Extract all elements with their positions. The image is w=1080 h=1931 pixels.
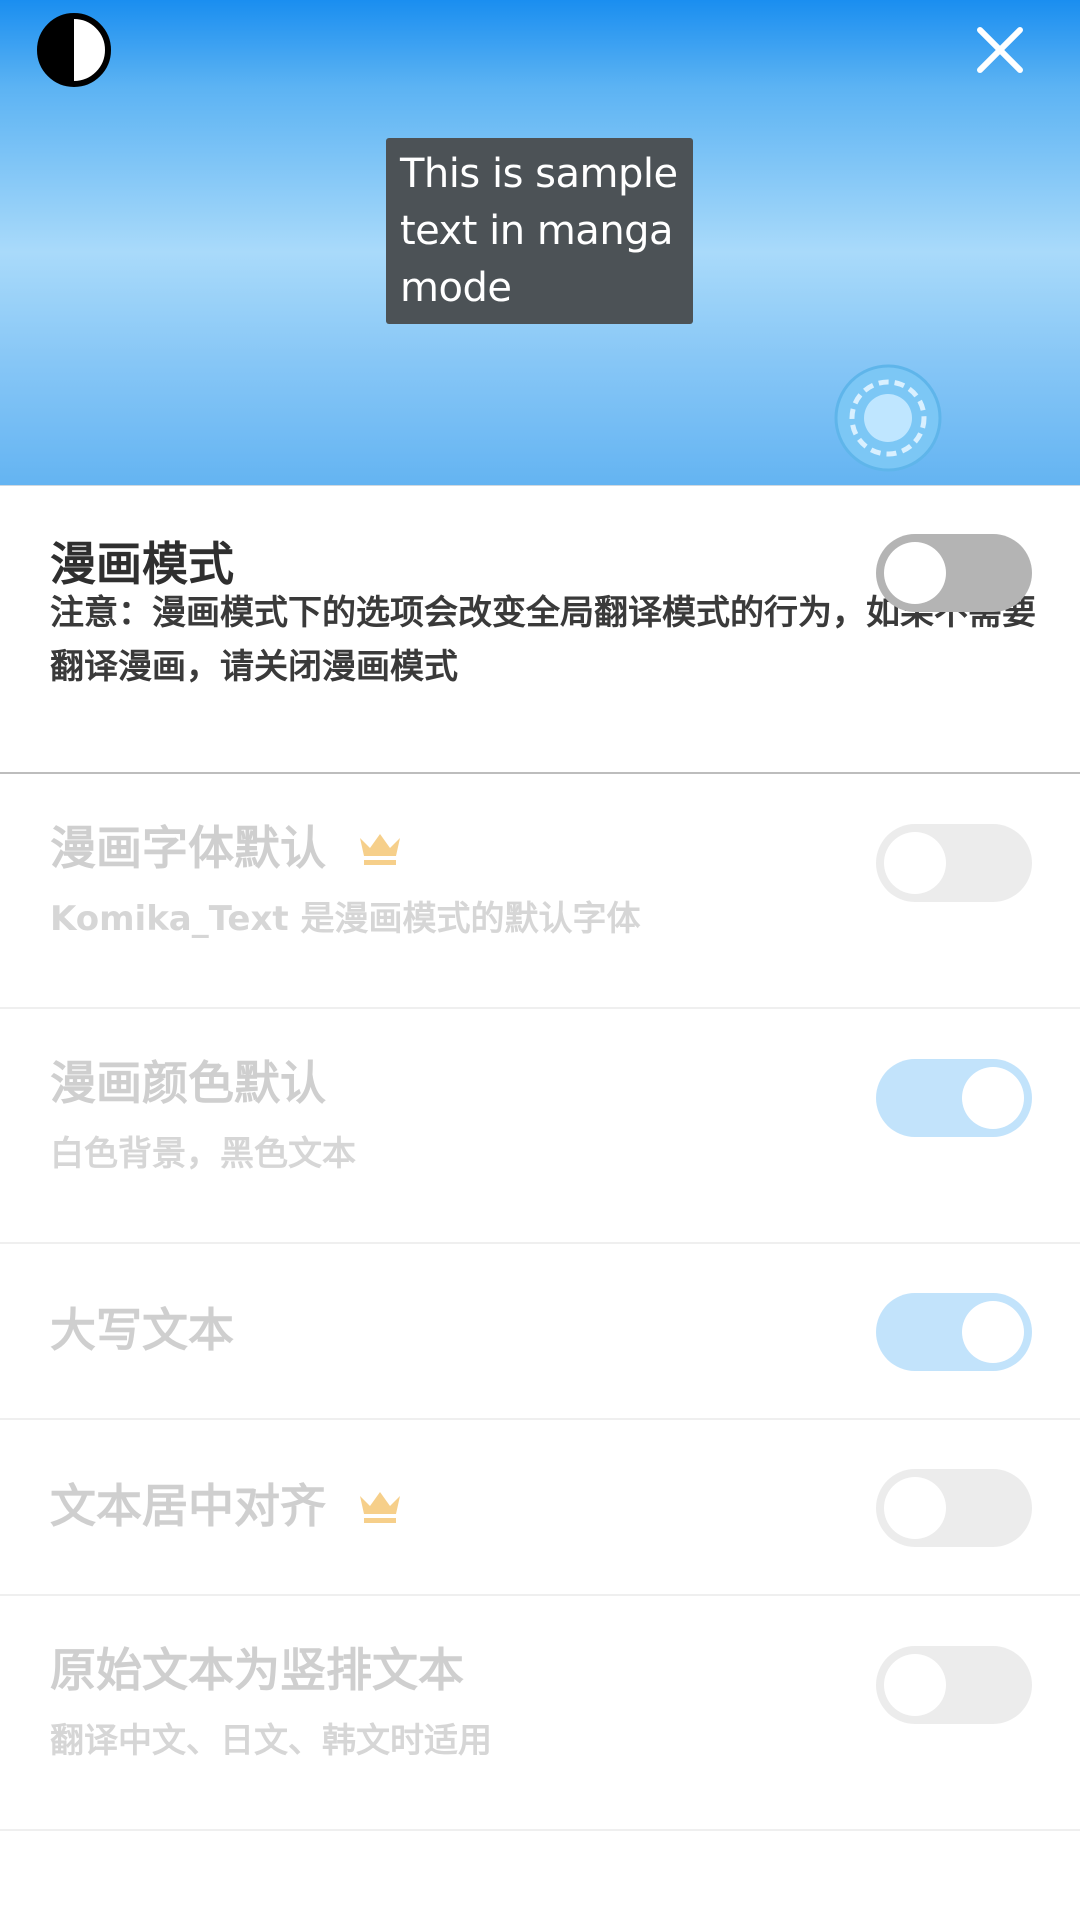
setting-row-vertical-text: 原始文本为竖排文本 翻译中文、日文、韩文时适用 <box>0 1596 1080 1831</box>
toggle-knob <box>962 1067 1024 1129</box>
toggle-knob <box>884 1477 946 1539</box>
manga-font-toggle[interactable] <box>876 824 1032 902</box>
setting-row-center-align: 文本居中对齐 <box>0 1420 1080 1596</box>
manga-mode-toggle[interactable] <box>876 534 1032 612</box>
manga-settings-list: 漫画模式 注意：漫画模式下的选项会改变全局翻译模式的行为，如果不需要翻译漫画，请… <box>0 486 1080 1831</box>
premium-crown-icon <box>360 833 400 865</box>
manga-mode-title: 漫画模式 <box>50 537 234 591</box>
toggle-knob <box>962 1301 1024 1363</box>
manga-preview-panel: This is sample text in manga mode <box>0 0 1080 486</box>
setting-title: 原始文本为竖排文本 <box>50 1643 464 1697</box>
center-align-toggle[interactable] <box>876 1469 1032 1547</box>
setting-description: Komika_Text 是漫画模式的默认字体 <box>50 899 641 939</box>
sample-text-bubble: This is sample text in manga mode <box>386 138 693 324</box>
uppercase-toggle[interactable] <box>876 1293 1032 1371</box>
manga-color-toggle[interactable] <box>876 1059 1032 1137</box>
toggle-knob <box>884 832 946 894</box>
setting-description: 翻译中文、日文、韩文时适用 <box>50 1721 492 1761</box>
floating-translate-button-icon[interactable] <box>832 362 944 474</box>
vertical-text-toggle[interactable] <box>876 1646 1032 1724</box>
toggle-knob <box>884 542 946 604</box>
premium-crown-icon <box>360 1491 400 1523</box>
toggle-knob <box>884 1654 946 1716</box>
setting-title: 大写文本 <box>50 1303 234 1357</box>
setting-description: 白色背景，黑色文本 <box>50 1134 356 1174</box>
setting-row-manga-font: 漫画字体默认 Komika_Text 是漫画模式的默认字体 <box>0 774 1080 1009</box>
setting-title: 文本居中对齐 <box>50 1479 326 1533</box>
contrast-icon[interactable] <box>36 12 112 88</box>
setting-title: 漫画字体默认 <box>50 821 326 875</box>
setting-title: 漫画颜色默认 <box>50 1056 326 1110</box>
setting-row-uppercase: 大写文本 <box>0 1244 1080 1420</box>
setting-row-manga-color: 漫画颜色默认 白色背景，黑色文本 <box>0 1009 1080 1244</box>
manga-mode-row: 漫画模式 注意：漫画模式下的选项会改变全局翻译模式的行为，如果不需要翻译漫画，请… <box>0 486 1080 774</box>
close-icon[interactable] <box>968 18 1032 82</box>
